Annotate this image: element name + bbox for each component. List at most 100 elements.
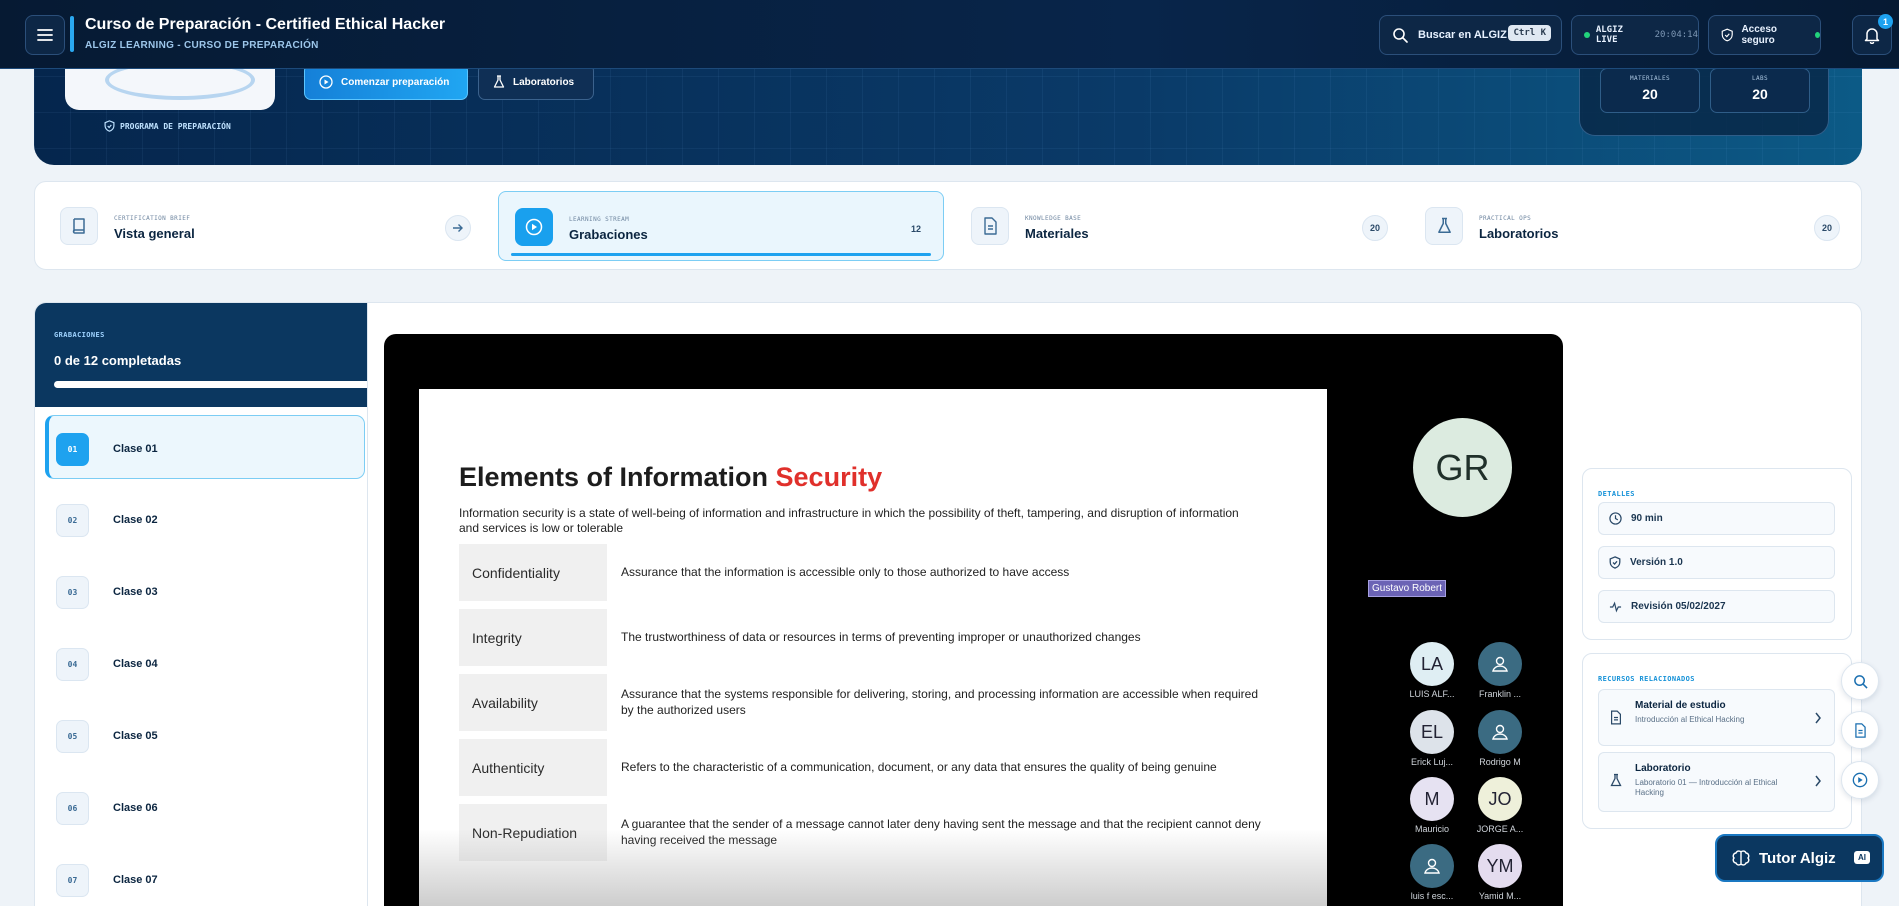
slide-row: Availability Assurance that the systems …: [459, 674, 1259, 731]
notifications-button[interactable]: 1: [1852, 14, 1893, 55]
participant-avatar: [1478, 710, 1522, 754]
search-icon: [1853, 674, 1868, 689]
resource-lab[interactable]: Laboratorio Laboratorio 01 — Introducció…: [1598, 752, 1835, 812]
live-time: 20:04:14: [1654, 30, 1698, 40]
secure-access-status: Acceso seguro: [1708, 15, 1821, 55]
video-player[interactable]: Elements of Information Security Informa…: [384, 334, 1563, 906]
top-header: Curso de Preparación - Certified Ethical…: [0, 0, 1899, 69]
slide-row: Authenticity Refers to the characteristi…: [459, 739, 1259, 796]
participant-avatar: EL: [1410, 710, 1454, 754]
menu-button[interactable]: [25, 15, 65, 55]
class-item[interactable]: 02 Clase 02: [45, 487, 365, 551]
participant-tile: luis f esc...: [1404, 844, 1460, 901]
search-shortcut: Ctrl K: [1508, 25, 1551, 41]
details-panel: DETALLES 90 min Versión 1.0 Revisión 05/…: [1582, 468, 1852, 640]
participant-avatar: LA: [1410, 642, 1454, 686]
stat-labs: LABS 20: [1710, 68, 1810, 113]
class-item[interactable]: 07 Clase 07: [45, 847, 365, 906]
floating-document-button[interactable]: [1841, 711, 1879, 749]
course-section-tabs: CERTIFICATION BRIEF Vista general LEARNI…: [34, 181, 1862, 270]
play-circle-icon: [525, 218, 543, 236]
start-preparation-button[interactable]: Comenzar preparación: [304, 64, 468, 100]
presenter-name: Gustavo Robert: [1368, 580, 1447, 597]
tab-labs[interactable]: PRACTICAL OPS Laboratorios 20: [1409, 191, 1854, 261]
flask-icon: [493, 75, 505, 88]
secure-label: Acceso seguro: [1741, 24, 1778, 46]
recordings-header: GRABACIONES 0 de 12 completadas: [35, 303, 367, 407]
search-button[interactable]: Buscar en ALGIZ Ctrl K: [1379, 15, 1562, 55]
tutor-algiz-button[interactable]: Tutor Algiz AI: [1715, 834, 1884, 882]
slide-title: Elements of Information Security: [459, 462, 883, 492]
detail-duration: 90 min: [1598, 502, 1835, 535]
page-subtitle: ALGIZ LEARNING - CURSO DE PREPARACIÓN: [85, 40, 319, 51]
hamburger-icon: [37, 29, 53, 41]
tab-recordings[interactable]: LEARNING STREAM Grabaciones 12: [498, 191, 944, 261]
floating-play-button[interactable]: [1841, 761, 1879, 799]
live-dot: [1584, 32, 1590, 38]
detail-revision: Revisión 05/02/2027: [1598, 590, 1835, 623]
tab-count: 20: [1362, 215, 1388, 241]
page-title: Curso de Preparación - Certified Ethical…: [85, 16, 446, 33]
user-icon: [1492, 724, 1508, 740]
ai-badge: AI: [1854, 851, 1870, 864]
document-icon: [1611, 710, 1621, 725]
flask-icon: [1610, 773, 1622, 787]
activity-icon: [1609, 601, 1622, 612]
completion-progress-bar: [54, 381, 367, 388]
class-item[interactable]: 04 Clase 04: [45, 631, 365, 695]
participant-tile: YM Yamid M...: [1472, 844, 1528, 901]
bell-icon: [1864, 28, 1880, 44]
resource-study-material[interactable]: Material de estudio Introducción al Ethi…: [1598, 689, 1835, 746]
tab-overview[interactable]: CERTIFICATION BRIEF Vista general: [44, 191, 485, 261]
arrow-right-icon: [445, 215, 471, 241]
participant-tile: M Mauricio: [1404, 777, 1460, 834]
slide-intro: Information security is a state of well-…: [459, 506, 1239, 535]
active-tab-indicator: [511, 253, 931, 256]
participant-tile: EL Erick Luj...: [1404, 710, 1460, 767]
search-label: Buscar en ALGIZ: [1418, 29, 1507, 41]
participant-tile: Rodrigo M: [1472, 710, 1528, 767]
completion-count: 0 de 12 completadas: [54, 353, 182, 368]
presentation-slide: Elements of Information Security Informa…: [419, 389, 1327, 906]
tab-materials[interactable]: KNOWLEDGE BASE Materiales 20: [955, 191, 1402, 261]
notification-badge: 1: [1878, 14, 1893, 29]
class-item[interactable]: 05 Clase 05: [45, 703, 365, 767]
stat-materials: MATERIALES 20: [1600, 68, 1700, 113]
clock-icon: [1609, 512, 1622, 525]
participant-avatar: M: [1410, 777, 1454, 821]
program-label: PROGRAMA DE PREPARACIÓN: [104, 120, 231, 132]
floating-search-button[interactable]: [1841, 662, 1879, 700]
participant-tile: LA LUIS ALF...: [1404, 642, 1460, 699]
play-circle-icon: [319, 75, 333, 89]
chevron-right-icon: [1815, 712, 1821, 724]
related-resources-panel: RECURSOS RELACIONADOS Material de estudi…: [1582, 653, 1852, 829]
class-item[interactable]: 03 Clase 03: [45, 559, 365, 623]
class-item[interactable]: 06 Clase 06: [45, 775, 365, 839]
tab-count: 12: [910, 224, 921, 234]
user-icon: [1492, 656, 1508, 672]
participant-tile: JO JORGE A...: [1472, 777, 1528, 834]
shield-icon: [1609, 556, 1621, 569]
play-circle-icon: [1852, 772, 1868, 788]
participant-avatar: [1478, 642, 1522, 686]
participant-tile: Franklin ...: [1472, 642, 1528, 699]
participant-avatar: [1410, 844, 1454, 888]
detail-version: Versión 1.0: [1598, 546, 1835, 579]
flask-icon: [1437, 217, 1451, 233]
participant-avatar: JO: [1478, 777, 1522, 821]
participant-avatar: YM: [1478, 844, 1522, 888]
user-icon: [1424, 858, 1440, 874]
labs-button[interactable]: Laboratorios: [478, 64, 594, 100]
brain-icon: [1732, 850, 1750, 866]
tab-count: 20: [1814, 215, 1840, 241]
recordings-sidebar: GRABACIONES 0 de 12 completadas 01 Clase…: [34, 302, 368, 906]
slide-row: Confidentiality Assurance that the infor…: [459, 544, 1259, 601]
shield-icon: [104, 120, 115, 132]
slide-row: Integrity The trustworthiness of data or…: [459, 609, 1259, 666]
class-item[interactable]: 01 Clase 01: [45, 415, 365, 479]
presenter-avatar: GR: [1413, 418, 1512, 517]
shield-icon: [1721, 28, 1733, 42]
document-icon: [983, 217, 997, 235]
chevron-right-icon: [1815, 775, 1821, 787]
book-icon: [72, 218, 85, 234]
